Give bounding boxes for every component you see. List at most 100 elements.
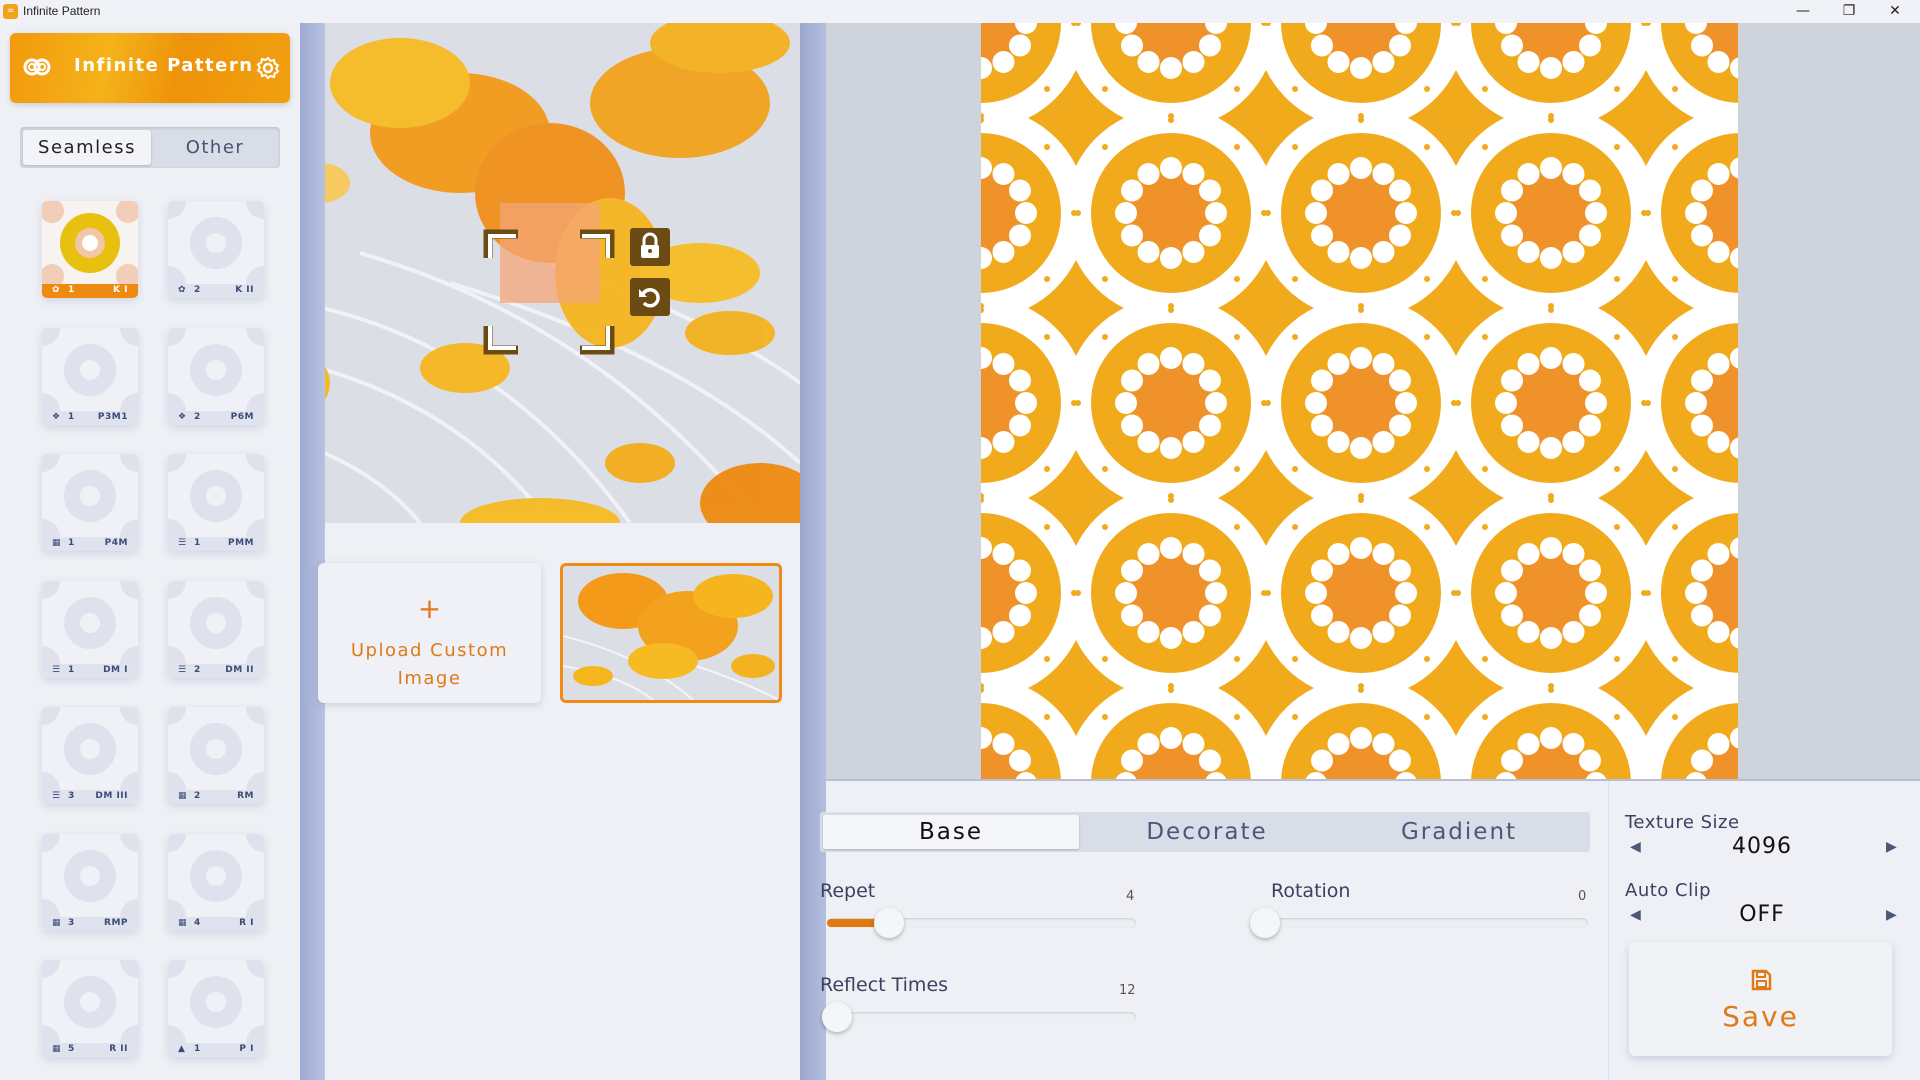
panel-edge bbox=[300, 23, 325, 1080]
tab-gradient[interactable]: Gradient bbox=[1331, 815, 1587, 849]
tab-decorate[interactable]: Decorate bbox=[1079, 815, 1335, 849]
pattern-thumbnail[interactable]: ▦ 4 R I bbox=[168, 833, 264, 931]
crop-handles[interactable] bbox=[482, 228, 622, 363]
pattern-thumbnail[interactable]: ✿ 1 K I bbox=[42, 201, 138, 298]
grid-icon: ▦ bbox=[52, 538, 61, 548]
pattern-thumbnail-footer: ✿ 2 K II bbox=[168, 284, 264, 298]
window-title: Infinite Pattern bbox=[23, 4, 101, 18]
auto-clip-value: OFF bbox=[1739, 902, 1785, 927]
bars-icon: ☰ bbox=[178, 538, 187, 548]
pattern-preview-image bbox=[42, 327, 138, 411]
triangle-icon: ▲ bbox=[178, 1044, 185, 1054]
pattern-count: 1 bbox=[68, 664, 75, 675]
lock-icon bbox=[641, 232, 659, 258]
pattern-thumbnail-footer: ▦ 5 R II bbox=[42, 1043, 138, 1057]
pattern-preview-image bbox=[42, 707, 138, 790]
app-logo-icon: ∞ bbox=[3, 4, 18, 19]
pattern-thumbnail-footer: ▦ 3 RMP bbox=[42, 916, 138, 931]
pattern-count: 1 bbox=[68, 538, 75, 548]
pattern-code: RMP bbox=[104, 917, 128, 928]
texture-size-next-button[interactable]: ▶ bbox=[1886, 839, 1897, 855]
pattern-thumbnail-footer: ☰ 1 PMM bbox=[168, 537, 264, 551]
pattern-thumbnail-footer: ❖ 1 P3M1 bbox=[42, 410, 138, 425]
gear-icon[interactable] bbox=[256, 56, 280, 80]
source-image-thumbnail[interactable] bbox=[560, 563, 782, 703]
grid-icon: ▦ bbox=[178, 791, 187, 801]
texture-size-label: Texture Size bbox=[1625, 812, 1740, 833]
app-name: Infinite Pattern bbox=[74, 55, 254, 76]
plus-icon: + bbox=[417, 592, 442, 625]
close-button[interactable]: ✕ bbox=[1872, 0, 1918, 23]
pattern-code: R II bbox=[109, 1044, 128, 1054]
pattern-thumbnail-footer: ❖ 2 P6M bbox=[168, 410, 264, 425]
reflect-times-value: 12 bbox=[1119, 983, 1136, 998]
pattern-thumbnail[interactable]: ❖ 1 P3M1 bbox=[42, 327, 138, 425]
pattern-count: 1 bbox=[194, 538, 201, 548]
pattern-thumbnail[interactable]: ☰ 3 DM III bbox=[42, 707, 138, 804]
repet-slider-thumb[interactable] bbox=[873, 908, 904, 938]
rotation-slider-thumb[interactable] bbox=[1250, 908, 1280, 938]
texture-size-prev-button[interactable]: ◀ bbox=[1630, 839, 1641, 855]
kaleido-icon: ✿ bbox=[178, 285, 186, 295]
pattern-code: R I bbox=[239, 917, 254, 928]
pattern-thumbnail[interactable]: ☰ 1 PMM bbox=[168, 454, 264, 551]
pattern-thumbnail[interactable]: ▦ 3 RMP bbox=[42, 833, 138, 931]
pattern-thumbnail-footer: ▦ 4 R I bbox=[168, 916, 264, 931]
rotation-value: 0 bbox=[1578, 889, 1587, 904]
rotation-label: Rotation bbox=[1271, 880, 1351, 902]
auto-clip-label: Auto Clip bbox=[1625, 880, 1712, 901]
pattern-preview-image bbox=[168, 833, 264, 917]
minimize-button[interactable]: — bbox=[1780, 0, 1826, 23]
pattern-count: 2 bbox=[194, 664, 201, 675]
pattern-code: DM II bbox=[225, 664, 254, 675]
reflect-times-slider[interactable] bbox=[822, 1002, 1136, 1032]
pattern-code: P4M bbox=[104, 538, 128, 548]
tab-other[interactable]: Other bbox=[151, 130, 279, 165]
pattern-code: PMM bbox=[227, 538, 254, 548]
app-banner: Infinite Pattern bbox=[10, 33, 290, 103]
pattern-thumbnail[interactable]: ▲ 1 P I bbox=[168, 960, 264, 1057]
auto-clip-next-button[interactable]: ▶ bbox=[1886, 907, 1897, 923]
hex-icon: ❖ bbox=[52, 411, 61, 422]
bars-icon: ☰ bbox=[178, 664, 187, 675]
restore-button[interactable]: ❐ bbox=[1826, 0, 1872, 23]
pattern-thumbnail-footer: ✿ 1 K I bbox=[42, 284, 138, 298]
sidebar: Infinite Pattern Seamless Other ✿ 1 K I ✿ 2 K… bbox=[0, 23, 300, 1080]
pattern-thumbnail[interactable]: ☰ 2 DM II bbox=[168, 580, 264, 678]
tab-seamless[interactable]: Seamless bbox=[23, 130, 151, 165]
upload-custom-image-button[interactable]: + Upload Custom Image bbox=[318, 563, 541, 703]
tab-base[interactable]: Base bbox=[823, 815, 1079, 849]
pattern-preview-image bbox=[42, 580, 138, 664]
pattern-count: 2 bbox=[194, 791, 201, 801]
pattern-thumbnail[interactable]: ☰ 1 DM I bbox=[42, 580, 138, 678]
pattern-preview-image bbox=[42, 833, 138, 917]
pattern-code: K I bbox=[113, 285, 128, 295]
pattern-thumbnail[interactable]: ▦ 2 RM bbox=[168, 707, 264, 804]
save-button[interactable]: Save bbox=[1629, 942, 1892, 1056]
mode-tabs: Seamless Other bbox=[20, 127, 280, 168]
rotation-slider[interactable] bbox=[1250, 908, 1588, 938]
save-label: Save bbox=[1722, 1000, 1799, 1033]
grid-icon: ▦ bbox=[52, 917, 61, 928]
bars-icon: ☰ bbox=[52, 791, 61, 801]
pattern-thumbnail[interactable]: ▦ 1 P4M bbox=[42, 454, 138, 551]
panel-edge bbox=[800, 23, 826, 1080]
pattern-count: 4 bbox=[194, 917, 201, 928]
auto-clip-prev-button[interactable]: ◀ bbox=[1630, 907, 1641, 923]
pattern-count: 2 bbox=[194, 411, 201, 422]
pattern-code: K II bbox=[235, 285, 254, 295]
reset-crop-button[interactable] bbox=[630, 278, 670, 316]
repet-slider[interactable] bbox=[827, 908, 1136, 938]
pattern-preview bbox=[981, 23, 1738, 779]
pattern-thumbnail[interactable]: ❖ 2 P6M bbox=[168, 327, 264, 425]
reflect-slider-thumb[interactable] bbox=[822, 1002, 852, 1032]
lock-aspect-button[interactable] bbox=[630, 228, 670, 266]
pattern-code: P3M1 bbox=[97, 411, 128, 422]
pattern-thumbnail-footer: ▲ 1 P I bbox=[168, 1043, 264, 1057]
pattern-thumbnail-footer: ☰ 1 DM I bbox=[42, 663, 138, 678]
pattern-thumbnail[interactable]: ▦ 5 R II bbox=[42, 960, 138, 1057]
pattern-count: 3 bbox=[68, 917, 75, 928]
pattern-thumbnail-footer: ☰ 2 DM II bbox=[168, 663, 264, 678]
pattern-thumbnail[interactable]: ✿ 2 K II bbox=[168, 201, 264, 298]
source-image-editor[interactable] bbox=[300, 23, 800, 523]
